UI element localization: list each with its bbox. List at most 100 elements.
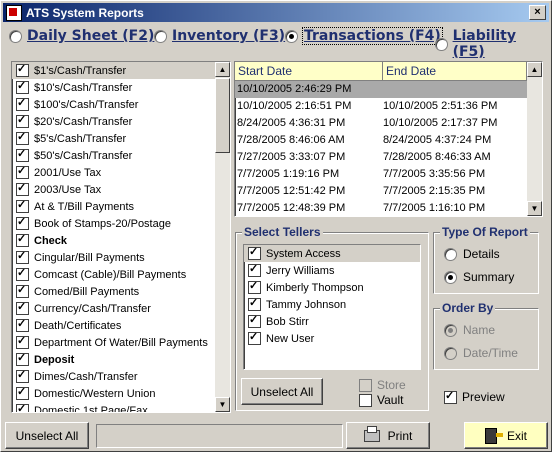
vault-checkbox[interactable]: Vault — [359, 393, 403, 407]
list-item[interactable]: Check — [12, 232, 230, 249]
list-item[interactable]: $1's/Cash/Transfer — [12, 62, 230, 79]
start-date-header[interactable]: Start Date — [235, 62, 383, 80]
radio-order-datetime[interactable]: Date/Time — [444, 346, 518, 360]
session-date-grid[interactable]: Start Date End Date 10/10/2005 2:46:29 P… — [234, 61, 543, 217]
list-item[interactable]: Currency/Cash/Transfer — [12, 300, 230, 317]
checkbox-checked-icon[interactable] — [16, 164, 29, 179]
list-item[interactable]: Comed/Bill Payments — [12, 283, 230, 300]
scroll-up-icon[interactable]: ▲ — [527, 62, 542, 77]
table-row[interactable]: 7/7/2005 12:51:42 PM 7/7/2005 2:15:35 PM — [235, 183, 542, 200]
list-item[interactable]: 2003/Use Tax — [12, 181, 230, 198]
checkbox-checked-icon[interactable] — [16, 283, 29, 298]
checkbox-icon — [359, 393, 372, 407]
teller-list[interactable]: System Access Jerry Williams Kimberly Thom… — [243, 244, 421, 370]
list-item[interactable]: Domestic 1st Page/Fax — [12, 402, 230, 412]
checkbox-checked-icon[interactable] — [248, 279, 261, 294]
table-row[interactable]: 8/24/2005 4:36:31 PM 10/10/2005 2:17:37 P… — [235, 115, 542, 132]
list-item[interactable]: $10's/Cash/Transfer — [12, 79, 230, 96]
checkbox-checked-icon[interactable] — [16, 147, 29, 162]
scroll-down-icon[interactable]: ▼ — [527, 201, 542, 216]
list-item[interactable]: Comcast (Cable)/Bill Payments — [12, 266, 230, 283]
close-icon[interactable]: × — [529, 5, 546, 20]
unselect-all-types-button[interactable]: Unselect All — [5, 422, 89, 449]
radio-summary[interactable]: Summary — [444, 270, 514, 284]
scroll-thumb[interactable] — [215, 78, 230, 153]
checkbox-checked-icon[interactable] — [16, 181, 29, 196]
list-item[interactable]: $100's/Cash/Transfer — [12, 96, 230, 113]
teller-item[interactable]: System Access — [244, 245, 420, 262]
teller-item[interactable]: Tammy Johnson — [244, 296, 420, 313]
checkbox-checked-icon[interactable] — [16, 385, 29, 400]
exit-button[interactable]: Exit — [464, 422, 548, 449]
radio-details[interactable]: Details — [444, 247, 500, 261]
list-item-label: $20's/Cash/Transfer — [34, 115, 133, 128]
checkbox-checked-icon[interactable] — [248, 262, 261, 277]
type-of-report-group: Type Of Report — [433, 225, 539, 294]
list-item[interactable]: At & T/Bill Payments — [12, 198, 230, 215]
list-item[interactable]: $20's/Cash/Transfer — [12, 113, 230, 130]
teller-item[interactable]: Bob Stirr — [244, 313, 420, 330]
radio-selected-icon — [285, 29, 298, 43]
start-date-cell: 7/28/2005 8:46:06 AM — [237, 134, 345, 146]
checkbox-checked-icon[interactable] — [248, 313, 261, 328]
list-item[interactable]: Dimes/Cash/Transfer — [12, 368, 230, 385]
radio-inventory[interactable]: Inventory (F3) — [154, 28, 285, 44]
list-item[interactable]: 2001/Use Tax — [12, 164, 230, 181]
print-button[interactable]: Print — [346, 422, 430, 449]
radio-transactions[interactable]: Transactions (F4) — [285, 27, 443, 45]
teller-item[interactable]: New User — [244, 330, 420, 347]
list-item[interactable]: Book of Stamps-20/Postage — [12, 215, 230, 232]
list-item[interactable]: Deposit — [12, 351, 230, 368]
list-item-label: Currency/Cash/Transfer — [34, 302, 151, 315]
table-row[interactable]: 10/10/2005 2:46:29 PM — [235, 81, 542, 98]
list-item[interactable]: Death/Certificates — [12, 317, 230, 334]
checkbox-checked-icon[interactable] — [248, 245, 261, 260]
radio-circle-icon — [435, 37, 448, 51]
scroll-up-icon[interactable]: ▲ — [215, 62, 230, 77]
checkbox-checked-icon[interactable] — [16, 130, 29, 145]
table-row[interactable]: 7/28/2005 8:46:06 AM 8/24/2005 4:37:24 PM — [235, 132, 542, 149]
grid-scrollbar[interactable]: ▲ ▼ — [527, 62, 542, 216]
table-row[interactable]: 7/27/2005 3:33:07 PM 7/28/2005 8:46:33 AM — [235, 149, 542, 166]
checkbox-checked-icon[interactable] — [248, 296, 261, 311]
teller-item[interactable]: Kimberly Thompson — [244, 279, 420, 296]
checkbox-checked-icon[interactable] — [16, 198, 29, 213]
list-item[interactable]: $50's/Cash/Transfer — [12, 147, 230, 164]
radio-daily-sheet[interactable]: Daily Sheet (F2) — [9, 28, 154, 44]
end-date-header[interactable]: End Date — [383, 62, 527, 80]
preview-checkbox[interactable]: Preview — [444, 389, 505, 404]
table-row[interactable]: 7/7/2005 12:48:39 PM 7/7/2005 1:16:10 PM — [235, 200, 542, 216]
list-scrollbar[interactable]: ▲ ▼ — [215, 62, 230, 412]
teller-name: Jerry Williams — [266, 264, 335, 277]
table-row[interactable]: 7/7/2005 1:19:16 PM 7/7/2005 3:35:56 PM — [235, 166, 542, 183]
checkbox-checked-icon[interactable] — [16, 113, 29, 128]
store-checkbox[interactable]: Store — [359, 378, 406, 392]
checkbox-checked-icon[interactable] — [16, 249, 29, 264]
checkbox-checked-icon[interactable] — [16, 300, 29, 315]
list-item-label: Cingular/Bill Payments — [34, 251, 145, 264]
radio-liability[interactable]: Liability (F5) — [435, 28, 549, 60]
list-item[interactable]: Cingular/Bill Payments — [12, 249, 230, 266]
scroll-down-icon[interactable]: ▼ — [215, 397, 230, 412]
checkbox-checked-icon[interactable] — [16, 232, 29, 247]
checkbox-checked-icon[interactable] — [16, 317, 29, 332]
radio-order-name[interactable]: Name — [444, 323, 495, 337]
checkbox-checked-icon[interactable] — [16, 402, 29, 412]
checkbox-checked-icon[interactable] — [16, 215, 29, 230]
checkbox-checked-icon[interactable] — [16, 334, 29, 349]
table-row[interactable]: 10/10/2005 2:16:51 PM 10/10/2005 2:51:36 … — [235, 98, 542, 115]
checkbox-checked-icon[interactable] — [16, 351, 29, 366]
list-item[interactable]: Department Of Water/Bill Payments — [12, 334, 230, 351]
unselect-all-tellers-button[interactable]: Unselect All — [241, 378, 323, 405]
checkbox-checked-icon[interactable] — [16, 266, 29, 281]
checkbox-checked-icon[interactable] — [16, 79, 29, 94]
list-item[interactable]: Domestic/Western Union — [12, 385, 230, 402]
transaction-type-list[interactable]: $1's/Cash/Transfer $10's/Cash/Transfer $10… — [11, 61, 231, 413]
checkbox-checked-icon[interactable] — [16, 96, 29, 111]
checkbox-checked-icon[interactable] — [16, 368, 29, 383]
checkbox-checked-icon[interactable] — [248, 330, 261, 345]
end-date-cell: 10/10/2005 2:17:37 PM — [383, 117, 498, 129]
teller-item[interactable]: Jerry Williams — [244, 262, 420, 279]
list-item[interactable]: $5's/Cash/Transfer — [12, 130, 230, 147]
checkbox-checked-icon[interactable] — [16, 62, 29, 77]
